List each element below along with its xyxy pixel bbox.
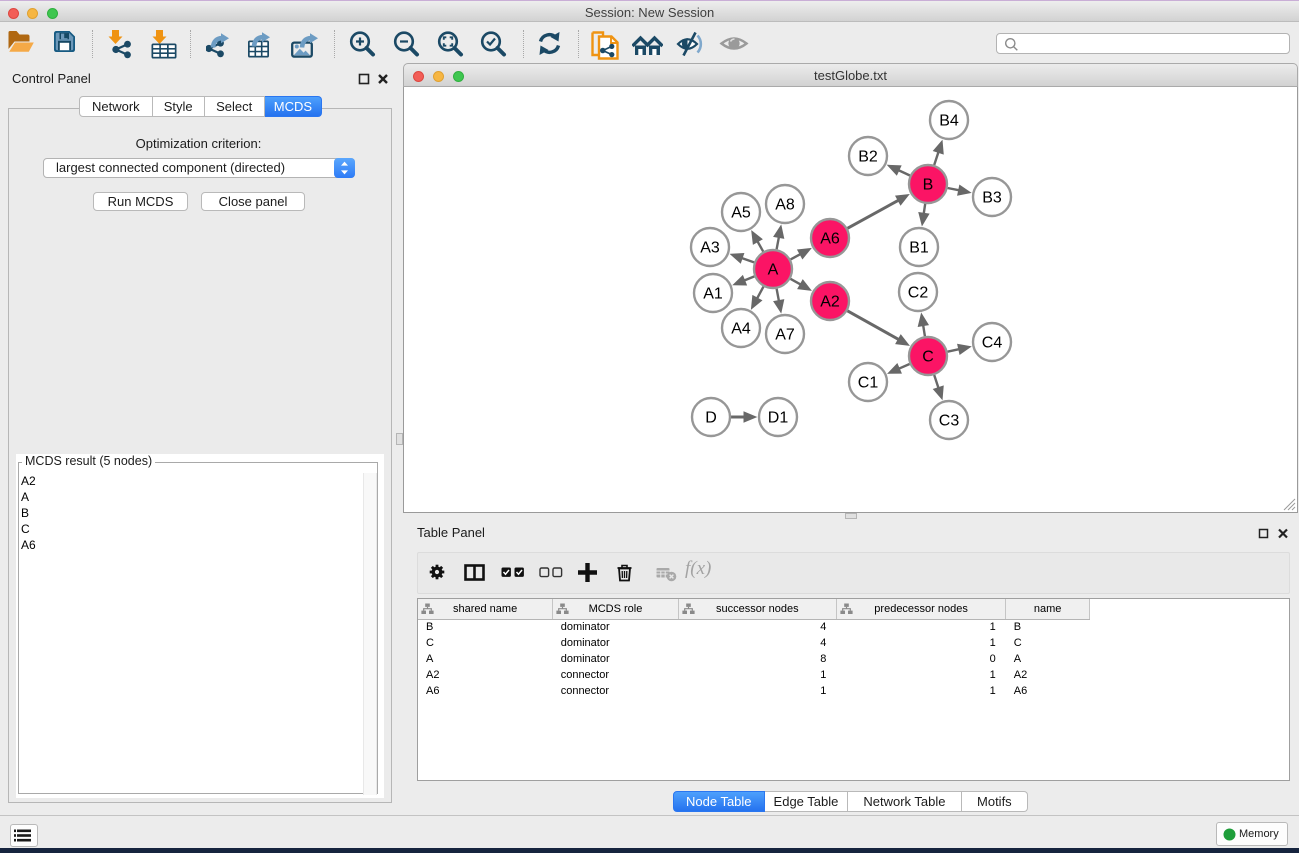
svg-text:A6: A6 bbox=[820, 231, 840, 248]
svg-text:B2: B2 bbox=[858, 149, 878, 166]
svg-text:B: B bbox=[923, 177, 934, 194]
svg-text:D: D bbox=[705, 410, 717, 427]
svg-text:D1: D1 bbox=[768, 410, 789, 427]
svg-text:A2: A2 bbox=[820, 294, 840, 311]
svg-text:C: C bbox=[922, 349, 934, 366]
svg-text:A3: A3 bbox=[700, 240, 720, 257]
svg-text:C3: C3 bbox=[939, 413, 960, 430]
svg-text:B1: B1 bbox=[909, 240, 929, 257]
svg-text:A: A bbox=[768, 262, 779, 279]
svg-text:C1: C1 bbox=[858, 375, 879, 392]
svg-text:A4: A4 bbox=[731, 321, 751, 338]
svg-text:C2: C2 bbox=[908, 285, 929, 302]
svg-text:A1: A1 bbox=[703, 286, 723, 303]
svg-text:C4: C4 bbox=[982, 335, 1003, 352]
svg-text:B4: B4 bbox=[939, 113, 959, 130]
svg-text:A5: A5 bbox=[731, 205, 751, 222]
svg-text:A8: A8 bbox=[775, 197, 795, 214]
svg-text:B3: B3 bbox=[982, 190, 1002, 207]
svg-text:A7: A7 bbox=[775, 327, 795, 344]
